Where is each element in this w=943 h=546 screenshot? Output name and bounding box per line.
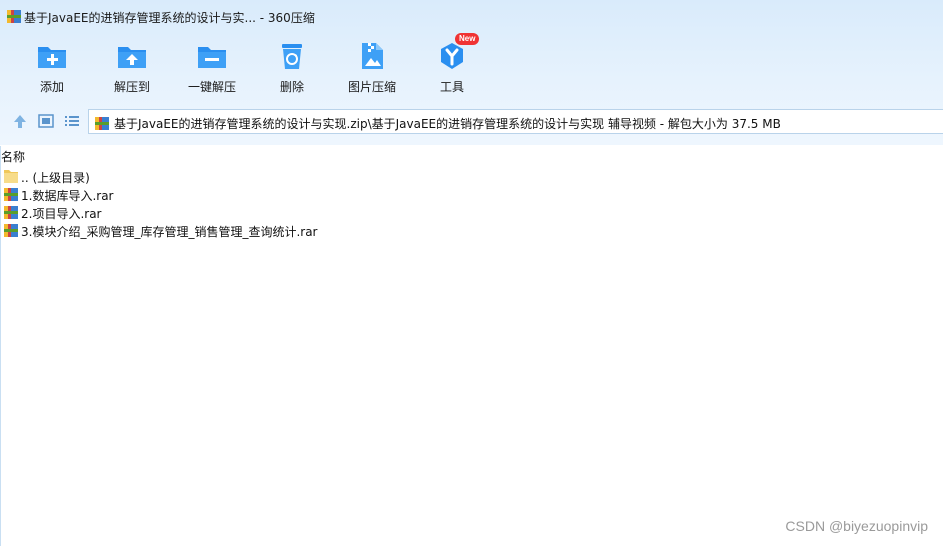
tools-button[interactable]: 工具 (412, 36, 492, 98)
image-compress-icon (362, 43, 383, 69)
list-item[interactable]: 1.数据库导入.rar (0, 185, 943, 203)
list-item-name: 3.模块介绍_采购管理_库存管理_销售管理_查询统计.rar (21, 225, 318, 239)
list-item[interactable]: 3.模块介绍_采购管理_库存管理_销售管理_查询统计.rar (0, 221, 943, 239)
one-click-extract-label: 一键解压 (187, 80, 236, 94)
rar-archive-icon (4, 224, 18, 237)
archive-app-icon (7, 10, 21, 23)
title-bar: 基于JavaEE的进销存管理系统的设计与实... - 360压缩 (0, 0, 943, 34)
top-header: 基于JavaEE的进销存管理系统的设计与实... - 360压缩 添加 解压到 (0, 0, 943, 145)
zip-archive-icon (95, 117, 109, 130)
column-header-name-label: 名称 (1, 150, 26, 164)
image-compress-button[interactable]: 图片压缩 (332, 36, 412, 98)
delete-button[interactable]: 删除 (252, 36, 332, 98)
extract-to-label: 解压到 (113, 80, 150, 94)
list-item-name: 2.项目导入.rar (21, 207, 102, 221)
list-item[interactable]: 2.项目导入.rar (0, 203, 943, 221)
folder-add-icon (38, 47, 66, 68)
toolbar: 添加 解压到 一键解压 删除 图片压缩 工具 (0, 36, 600, 98)
thumbnail-view-icon[interactable] (37, 112, 55, 130)
tools-label: 工具 (439, 80, 464, 94)
delete-label: 删除 (279, 80, 304, 94)
address-path: 基于JavaEE的进销存管理系统的设计与实现.zip\基于JavaEE的进销存管… (114, 117, 781, 131)
image-compress-label: 图片压缩 (347, 80, 396, 94)
add-button[interactable]: 添加 (12, 36, 92, 98)
list-item-name: 1.数据库导入.rar (21, 189, 114, 203)
folder-extract-icon (118, 47, 146, 68)
recycle-bin-icon (282, 44, 302, 69)
folder-one-click-extract-icon (198, 47, 226, 68)
up-arrow-icon[interactable] (11, 112, 29, 130)
rar-archive-icon (4, 206, 18, 219)
column-header-name[interactable]: 名称 (0, 146, 943, 164)
add-label: 添加 (39, 80, 64, 94)
address-bar[interactable]: 基于JavaEE的进销存管理系统的设计与实现.zip\基于JavaEE的进销存管… (88, 109, 943, 134)
watermark: CSDN @biyezuopinvip (785, 518, 928, 534)
extract-to-button[interactable]: 解压到 (92, 36, 172, 98)
new-badge: New (455, 33, 480, 45)
rar-archive-icon (4, 188, 18, 201)
one-click-extract-button[interactable]: 一键解压 (172, 36, 252, 98)
window-title: 基于JavaEE的进销存管理系统的设计与实... - 360压缩 (24, 11, 315, 25)
list-item-parent-directory[interactable]: .. (上级目录) (0, 167, 943, 185)
navigation-bar: 基于JavaEE的进销存管理系统的设计与实现.zip\基于JavaEE的进销存管… (0, 106, 943, 136)
folder-icon (4, 170, 18, 183)
list-view-icon[interactable] (63, 112, 81, 130)
file-list: .. (上级目录) 1.数据库导入.rar 2.项目导入.rar 3.模块介绍_… (0, 167, 943, 239)
list-item-name: .. (上级目录) (21, 171, 90, 185)
